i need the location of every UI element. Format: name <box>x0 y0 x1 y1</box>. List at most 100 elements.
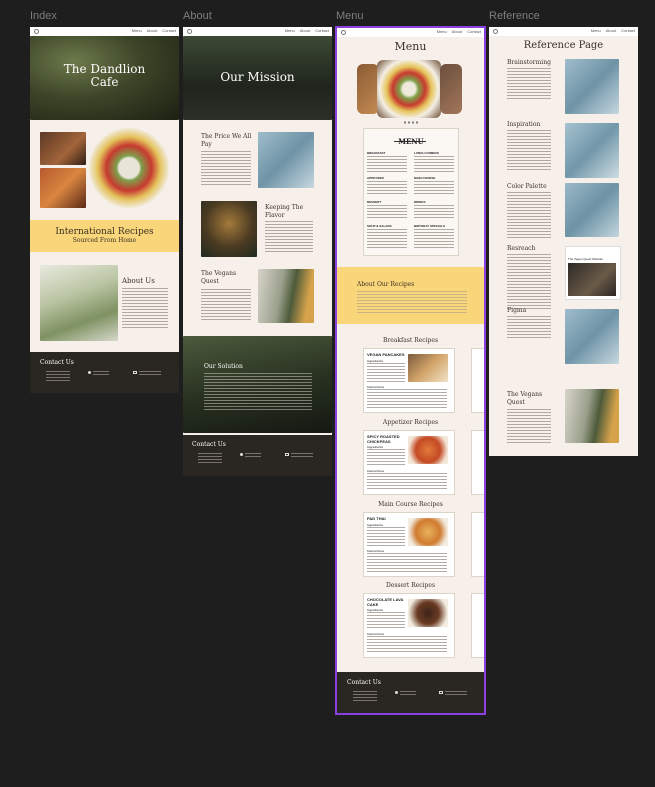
frame-label-about[interactable]: About <box>183 10 212 22</box>
vegans-image <box>258 269 314 323</box>
flavor-title: Keeping The <box>265 204 304 211</box>
menu-frame[interactable]: Menu About Contact Menu MENU BREAKFAST LUN… <box>337 28 484 713</box>
menu-section-breakfast-items <box>367 156 407 172</box>
menu-section-breakfast: BREAKFAST <box>367 151 386 155</box>
logo-icon[interactable] <box>34 29 39 34</box>
logo-icon[interactable] <box>493 29 498 34</box>
contact-email <box>139 371 161 377</box>
recipe-title: VEGAN PANCAKES <box>367 352 405 357</box>
ref-inspiration-text <box>507 130 551 170</box>
carousel-dots[interactable] <box>403 121 419 124</box>
nav-contact-link[interactable]: Contact <box>315 28 329 33</box>
frame-label-menu[interactable]: Menu <box>336 10 364 22</box>
recipe-image <box>408 354 448 382</box>
vegans-text <box>201 289 251 321</box>
mission-title: Our Mission <box>220 70 295 84</box>
recipe-card-peek[interactable] <box>471 512 484 577</box>
ref-brainstorming-text <box>507 68 551 100</box>
about-nav: Menu About Contact <box>183 27 332 36</box>
nav-about-link[interactable]: About <box>452 29 462 34</box>
menu-section-drinks-items <box>414 205 454 219</box>
food-image-2 <box>40 168 86 208</box>
ref-figma-text <box>507 316 551 338</box>
nav-contact-link[interactable]: Contact <box>162 28 176 33</box>
reference-frame[interactable]: Menu About Contact Reference Page Brainsto… <box>489 27 638 456</box>
contact-phone <box>245 453 261 459</box>
contact-title: Contact Us <box>347 679 381 686</box>
recipe-card-vegan-pancakes[interactable]: VEGAN PANCAKES Ingredients Instructions <box>363 348 455 413</box>
recipe-card-peek[interactable] <box>471 430 484 495</box>
contact-title: Contact Us <box>192 441 226 448</box>
instructions-list <box>367 553 447 573</box>
nav-contact-link[interactable]: Contact <box>621 28 635 33</box>
recipe-title: PAD THAI <box>367 516 386 521</box>
recipe-card-pad-thai[interactable]: PAD THAI Ingredients Instructions <box>363 512 455 577</box>
menu-section-lunch-items <box>414 156 454 172</box>
index-footer: Contact Us <box>30 352 179 393</box>
category-main-course-title: Main Course Recipes <box>378 501 443 508</box>
nav-contact-link[interactable]: Contact <box>467 29 481 34</box>
logo-icon[interactable] <box>341 30 346 35</box>
ref-item-figma: Figma <box>507 307 527 314</box>
nav-about-link[interactable]: About <box>606 28 616 33</box>
mail-icon <box>285 453 289 456</box>
recipe-card-peek[interactable] <box>471 348 484 413</box>
phone-icon <box>240 453 243 456</box>
ref-vegans-quest-image <box>565 389 619 443</box>
nav-menu-link[interactable]: Menu <box>437 29 447 34</box>
nav-menu-link[interactable]: Menu <box>591 28 601 33</box>
frame-label-index[interactable]: Index <box>30 10 57 22</box>
price-title: The Price We All <box>201 133 252 140</box>
reference-nav: Menu About Contact <box>489 27 638 36</box>
menu-section-soup-items <box>367 229 407 249</box>
menu-section-lunch: LUNCH COMBOS <box>414 151 439 155</box>
menu-section-birthday-items <box>414 229 454 249</box>
nav-menu-link[interactable]: Menu <box>285 28 295 33</box>
vegans-title: The Vegans <box>201 270 237 277</box>
ref-inspiration-image <box>565 123 619 178</box>
nav-about-link[interactable]: About <box>147 28 157 33</box>
menu-page-title: Menu <box>394 40 427 53</box>
carousel-image-left[interactable] <box>357 64 379 114</box>
recipe-card-roasted-chickpeas[interactable]: SPICY ROASTED CHICKPEAS Ingredients Inst… <box>363 430 455 495</box>
menu-section-main-course: MAIN COURSE <box>414 176 436 180</box>
about-title: About Us <box>122 277 155 285</box>
price-image <box>258 132 314 188</box>
frame-label-reference[interactable]: Reference <box>489 10 540 22</box>
index-frame[interactable]: Menu About Contact The Dandlion Cafe Inter… <box>30 27 179 393</box>
instructions-list <box>367 636 447 654</box>
ref-vegans-quest-text <box>507 409 551 443</box>
recipe-image <box>408 599 448 627</box>
menu-section-appetizer-items <box>367 181 407 195</box>
reference-title: Reference Page <box>523 40 604 51</box>
contact-email <box>445 691 467 697</box>
about-frame[interactable]: Menu About Contact Our Mission The Price W… <box>183 27 332 476</box>
ref-brainstorming-image <box>565 59 619 114</box>
logo-icon[interactable] <box>187 29 192 34</box>
menu-card-title: MENU <box>398 137 424 146</box>
nav-menu-link[interactable]: Menu <box>132 28 142 33</box>
menu-footer: Contact Us <box>337 672 484 713</box>
mail-icon <box>133 371 137 374</box>
contact-email <box>291 453 313 459</box>
category-appetizer-title: Appetizer Recipes <box>382 419 439 426</box>
ingredients-list <box>367 363 405 383</box>
vegans-title-line2: Quest <box>201 278 219 285</box>
banner-title: International Recipes <box>55 227 154 237</box>
about-text <box>122 288 168 328</box>
instructions-list <box>367 389 447 409</box>
recipe-image <box>408 518 448 546</box>
menu-card: MENU BREAKFAST LUNCH COMBOS APPETIZER MA… <box>363 128 459 256</box>
ingredients-list <box>367 527 405 547</box>
ref-item-inspiration: Inspiration <box>507 121 541 128</box>
about-image <box>40 265 118 341</box>
nav-about-link[interactable]: About <box>300 28 310 33</box>
contact-hours <box>353 691 377 701</box>
ref-figma-image <box>565 309 619 364</box>
carousel-image-right[interactable] <box>440 64 462 114</box>
recipe-card-peek[interactable] <box>471 593 484 658</box>
carousel-image-main[interactable] <box>377 60 441 118</box>
recipe-card-lava-cake[interactable]: CHOCOLATE LAVA CAKE Ingredients Instruct… <box>363 593 455 658</box>
ref-item-vegans-quest: The Vegans Quest <box>507 391 543 406</box>
about-footer: Contact Us <box>183 435 332 476</box>
